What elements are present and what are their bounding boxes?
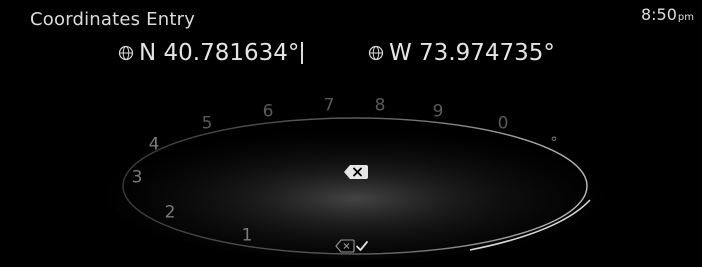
confirm-button[interactable] — [335, 237, 371, 255]
rotary-dial-background — [105, 117, 605, 260]
globe-icon — [368, 45, 384, 61]
dial-key-degree[interactable]: ° — [550, 135, 558, 151]
dial-key-7[interactable]: 7 — [324, 97, 335, 115]
dial-key-6[interactable]: 6 — [263, 103, 274, 121]
globe-icon — [118, 45, 134, 61]
backspace-button[interactable] — [343, 163, 369, 181]
coordinates-entry-screen: Coordinates Entry 8:50pm N 40.781634° W … — [0, 0, 702, 267]
dial-key-5[interactable]: 5 — [202, 115, 213, 133]
clock-time: 8:50 — [640, 5, 677, 24]
dial-key-4[interactable]: 4 — [149, 136, 160, 154]
page-title: Coordinates Entry — [30, 9, 196, 30]
clock-ampm: pm — [677, 12, 694, 23]
backspace-icon — [344, 165, 368, 179]
dial-key-9[interactable]: 9 — [433, 103, 444, 121]
dial-key-3[interactable]: 3 — [132, 169, 143, 187]
text-cursor — [301, 42, 304, 64]
checkmark-icon — [356, 241, 368, 251]
longitude-field[interactable]: W 73.974735° — [368, 40, 555, 66]
backspace-icon — [335, 239, 355, 253]
dial-key-0[interactable]: 0 — [498, 115, 509, 133]
clock: 8:50pm — [641, 5, 694, 24]
dial-key-2[interactable]: 2 — [165, 204, 176, 222]
dial-key-8[interactable]: 8 — [375, 97, 386, 115]
latitude-value: N 40.781634° — [139, 40, 300, 66]
longitude-value: W 73.974735° — [389, 40, 555, 66]
latitude-field[interactable]: N 40.781634° — [118, 40, 304, 66]
dial-key-1[interactable]: 1 — [242, 227, 253, 245]
